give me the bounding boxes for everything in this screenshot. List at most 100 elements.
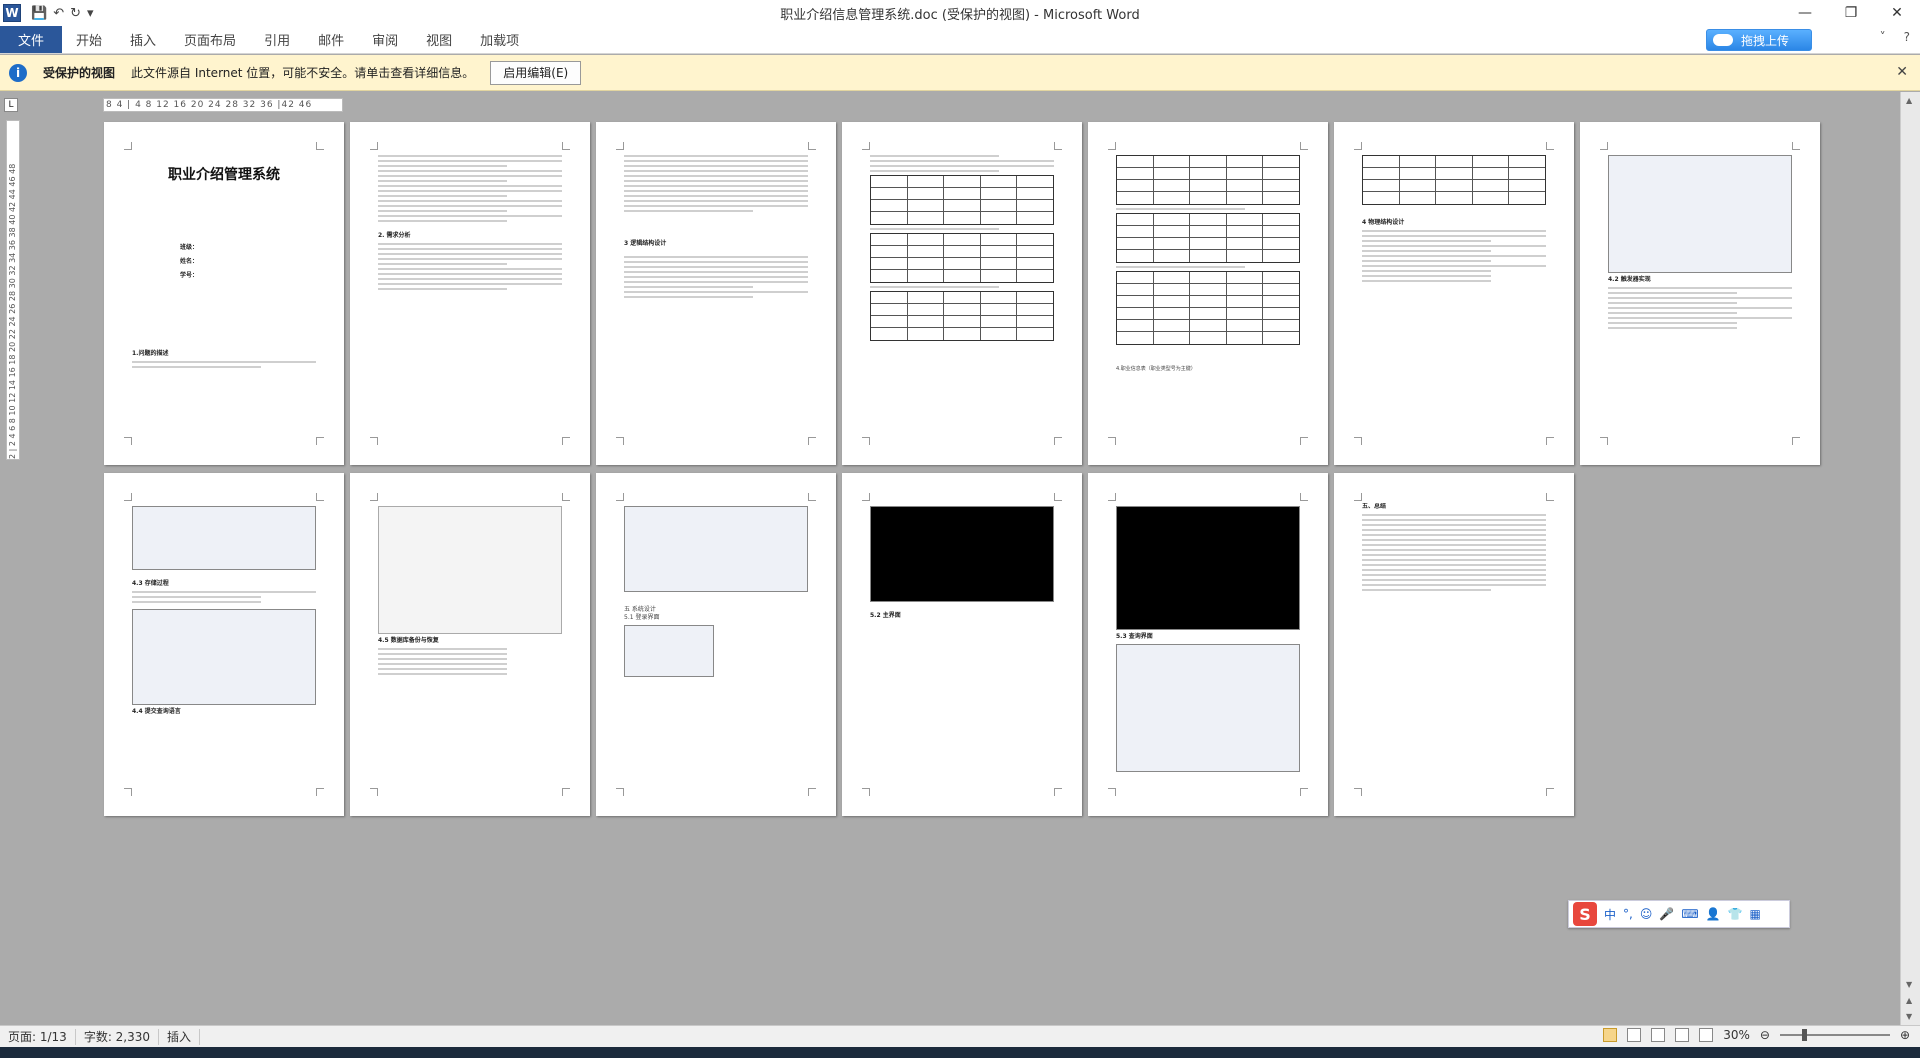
ime-user-icon[interactable]: 👤 <box>1706 907 1721 921</box>
ime-emoji-icon[interactable]: ☺ <box>1640 907 1653 921</box>
section-heading: 4.2 触发器实现 <box>1608 276 1651 283</box>
enable-editing-button[interactable]: 启用编辑(E) <box>490 60 582 85</box>
zoom-in-icon[interactable]: ⊕ <box>1900 1028 1910 1042</box>
full-screen-reading-icon[interactable] <box>1627 1028 1642 1042</box>
page-8[interactable]: 4.3 存储过程 4.4 提交查询语言 <box>104 473 344 816</box>
section-heading: 1.问题的描述 <box>132 350 169 357</box>
ime-toolbar: S 中 °, ☺ 🎤 ⌨ 👤 👕 ▦ <box>1568 900 1790 928</box>
protected-view-label: 受保护的视图 <box>43 66 116 80</box>
main-window-screenshot <box>1116 506 1300 630</box>
code-screenshot <box>624 506 808 592</box>
ime-skin-icon[interactable]: 👕 <box>1728 907 1743 921</box>
tab-view[interactable]: 视图 <box>412 26 466 53</box>
table <box>1116 213 1300 263</box>
sogou-logo-icon[interactable]: S <box>1573 902 1597 926</box>
close-button[interactable]: ✕ <box>1874 0 1920 26</box>
section-heading: 5.2 主界面 <box>870 612 901 619</box>
page-3[interactable]: 3 逻辑结构设计 <box>596 122 836 465</box>
word-app-icon[interactable]: W <box>3 4 21 22</box>
outline-view-icon[interactable] <box>1675 1028 1690 1042</box>
table <box>1362 155 1546 205</box>
next-page-icon[interactable]: ▼ <box>1906 1012 1912 1021</box>
ime-punctuation-icon[interactable]: °, <box>1623 907 1633 921</box>
page-12[interactable]: 5.3 查询界面 <box>1088 473 1328 816</box>
redo-icon[interactable]: ↻ <box>70 6 81 21</box>
customize-toolbar-icon[interactable]: ▾ <box>87 6 94 21</box>
ime-voice-icon[interactable]: 🎤 <box>1659 907 1674 921</box>
save-icon[interactable]: 💾 <box>31 6 47 21</box>
cloud-icon <box>1713 34 1733 46</box>
tab-mailings[interactable]: 邮件 <box>304 26 358 53</box>
zoom-out-icon[interactable]: ⊖ <box>1760 1028 1770 1042</box>
tab-addins[interactable]: 加载项 <box>466 26 533 53</box>
er-diagram <box>378 506 562 634</box>
previous-page-icon[interactable]: ▲ <box>1906 996 1912 1005</box>
tab-home[interactable]: 开始 <box>62 26 116 53</box>
page-10[interactable]: 五 系统设计 5.1 登录界面 <box>596 473 836 816</box>
document-workspace[interactable]: L 8 4 | 4 8 12 16 20 24 28 32 36 |42 46 … <box>0 92 1920 1025</box>
help-icon[interactable]: ? <box>1904 30 1910 44</box>
section-heading: 4.4 提交查询语言 <box>132 708 181 715</box>
scroll-up-icon[interactable]: ▲ <box>1906 96 1912 105</box>
undo-icon[interactable]: ↶ <box>53 6 64 21</box>
horizontal-ruler[interactable]: 8 4 | 4 8 12 16 20 24 28 32 36 |42 46 <box>103 98 343 112</box>
restore-button[interactable]: ❐ <box>1828 0 1874 26</box>
print-layout-icon[interactable] <box>1603 1028 1618 1042</box>
table <box>870 291 1054 341</box>
page-9[interactable]: 4.5 数据库备份与恢复 <box>350 473 590 816</box>
page-5[interactable]: 4.职业信息表（职业类型号为主键） <box>1088 122 1328 465</box>
page-11[interactable]: 5.2 主界面 <box>842 473 1082 816</box>
code-screenshot <box>132 609 316 705</box>
ribbon-tabs: 文件 开始 插入 页面布局 引用 邮件 审阅 视图 加载项 拖拽上传 ˅ ? <box>0 26 1920 54</box>
page-4[interactable] <box>842 122 1082 465</box>
section-heading: 5.3 查询界面 <box>1116 633 1153 640</box>
page-1[interactable]: 职业介绍管理系统 班级： 姓名： 学号： 1.问题的描述 <box>104 122 344 465</box>
view-controls: 30% ⊖ ⊕ <box>1603 1028 1910 1042</box>
window-title: 职业介绍信息管理系统.doc (受保护的视图) - Microsoft Word <box>780 7 1140 23</box>
name-field: 姓名： <box>180 258 199 265</box>
tab-file[interactable]: 文件 <box>0 26 63 53</box>
tab-references[interactable]: 引用 <box>250 26 304 53</box>
ime-keyboard-icon[interactable]: ⌨ <box>1681 907 1698 921</box>
insert-mode[interactable]: 插入 <box>159 1028 201 1045</box>
tab-page-layout[interactable]: 页面布局 <box>170 26 250 53</box>
page-7[interactable]: 4.2 触发器实现 <box>1580 122 1820 465</box>
page-6[interactable]: 4 物理结构设计 <box>1334 122 1574 465</box>
section-heading: 2. 需求分析 <box>378 232 411 239</box>
web-layout-icon[interactable] <box>1651 1028 1666 1042</box>
word-count[interactable]: 字数: 2,330 <box>76 1028 160 1045</box>
code-screenshot <box>1608 155 1792 273</box>
ime-menu-icon[interactable]: ▦ <box>1750 907 1761 921</box>
upload-label: 拖拽上传 <box>1741 33 1790 48</box>
close-bar-icon[interactable]: ✕ <box>1896 64 1908 80</box>
document-title: 职业介绍管理系统 <box>168 167 280 183</box>
id-field: 学号： <box>180 272 199 279</box>
protected-view-message[interactable]: 此文件源自 Internet 位置，可能不安全。请单击查看详细信息。 <box>131 64 474 81</box>
subsection-heading: 5.1 登录界面 <box>624 614 660 621</box>
vertical-ruler[interactable]: 2 | 2 4 6 8 10 12 14 16 18 20 22 24 26 2… <box>6 120 20 460</box>
main-window-screenshot <box>870 506 1054 602</box>
zoom-slider-thumb[interactable] <box>1801 1029 1807 1041</box>
table <box>1116 271 1300 345</box>
tab-insert[interactable]: 插入 <box>116 26 170 53</box>
ime-chinese-mode[interactable]: 中 <box>1604 906 1616 923</box>
tab-review[interactable]: 审阅 <box>358 26 412 53</box>
page-count[interactable]: 页面: 1/13 <box>0 1028 76 1045</box>
zoom-level[interactable]: 30% <box>1723 1028 1750 1042</box>
draft-view-icon[interactable] <box>1699 1028 1714 1042</box>
ribbon-minimize-icon[interactable]: ˅ <box>1880 30 1886 44</box>
table <box>870 233 1054 283</box>
protected-view-bar: i 受保护的视图 此文件源自 Internet 位置，可能不安全。请单击查看详细… <box>0 55 1920 91</box>
minimize-button[interactable]: — <box>1782 0 1828 26</box>
class-field: 班级： <box>180 244 199 251</box>
page-2[interactable]: 2. 需求分析 <box>350 122 590 465</box>
vertical-scrollbar[interactable]: ▲ ▼ ▲ ▼ <box>1900 92 1920 1025</box>
scroll-down-icon[interactable]: ▼ <box>1906 980 1912 989</box>
page-13[interactable]: 五、总结 <box>1334 473 1574 816</box>
tab-selector[interactable]: L <box>4 98 18 112</box>
upload-button[interactable]: 拖拽上传 <box>1706 29 1812 51</box>
code-screenshot <box>132 506 316 570</box>
windows-taskbar <box>0 1047 1920 1058</box>
zoom-slider[interactable] <box>1779 1029 1890 1041</box>
ribbon-right-controls: ˅ ? <box>1880 30 1910 44</box>
